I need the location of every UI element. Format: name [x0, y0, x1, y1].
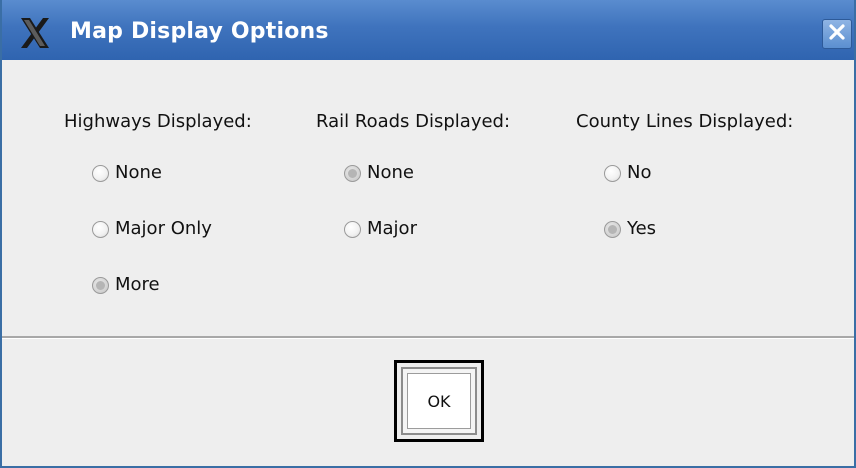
option-label: None	[367, 162, 414, 183]
option-label: Major Only	[115, 218, 212, 239]
radio-button-icon[interactable]	[604, 220, 621, 238]
highways-option-major-only[interactable]: Major Only	[92, 217, 212, 241]
option-label: None	[115, 162, 162, 183]
county-lines-option-no[interactable]: No	[604, 161, 651, 185]
ok-button-label: OK	[407, 373, 471, 429]
button-bar: OK	[2, 339, 854, 466]
radio-button-icon[interactable]	[92, 220, 109, 238]
radio-button-icon[interactable]	[344, 220, 361, 238]
radio-button-icon[interactable]	[604, 164, 621, 182]
highways-label: Highways Displayed:	[64, 111, 252, 132]
option-label: Yes	[627, 218, 657, 239]
ok-button-frame: OK	[401, 367, 477, 435]
options-panel: Highways Displayed: None Major Only More…	[2, 60, 854, 339]
county-lines-group: County Lines Displayed:	[576, 110, 793, 134]
railroads-label: Rail Roads Displayed:	[316, 111, 511, 132]
highways-group: Highways Displayed:	[64, 110, 252, 134]
close-button[interactable]	[822, 19, 852, 49]
option-label: More	[115, 274, 160, 295]
radio-button-icon[interactable]	[92, 276, 109, 294]
radio-button-icon[interactable]	[92, 164, 109, 182]
railroads-option-none[interactable]: None	[344, 161, 414, 185]
option-label: No	[627, 162, 652, 183]
county-lines-label: County Lines Displayed:	[576, 111, 794, 132]
county-lines-option-yes[interactable]: Yes	[604, 217, 656, 241]
map-display-options-dialog: Map Display Options Highways Displayed: …	[0, 0, 856, 468]
title-bar[interactable]: Map Display Options	[2, 0, 854, 60]
x-logo-icon	[18, 16, 52, 50]
ok-button[interactable]: OK	[394, 360, 484, 442]
highways-option-more[interactable]: More	[92, 273, 160, 297]
railroads-group: Rail Roads Displayed:	[316, 110, 510, 134]
radio-button-icon[interactable]	[344, 164, 361, 182]
option-label: Major	[367, 218, 417, 239]
close-icon	[828, 23, 846, 45]
highways-option-none[interactable]: None	[92, 161, 162, 185]
railroads-option-major[interactable]: Major	[344, 217, 417, 241]
window-title: Map Display Options	[70, 19, 329, 44]
